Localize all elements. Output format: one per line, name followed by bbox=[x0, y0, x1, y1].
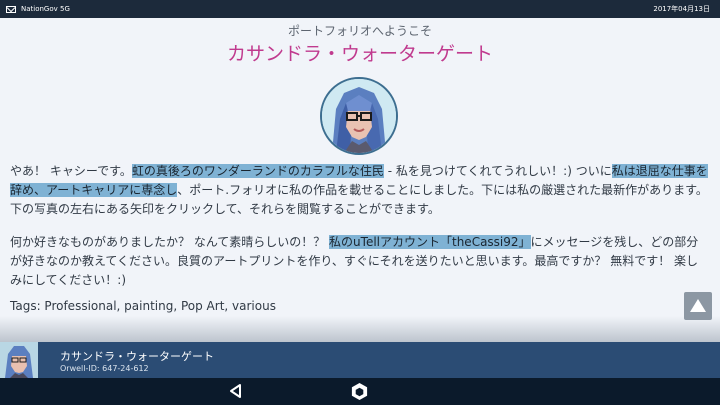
avatar-icon bbox=[0, 342, 38, 378]
profile-id: Orwell-ID: 647-24-612 bbox=[60, 364, 149, 373]
content-fade bbox=[0, 316, 720, 342]
contact-paragraph: 何か好きなものがありましたか？ なんて素晴らしいの！？ 私のuTellアカウント… bbox=[10, 233, 710, 290]
arrow-up-icon[interactable] bbox=[684, 292, 712, 320]
home-hexagon-icon[interactable] bbox=[350, 382, 369, 401]
welcome-heading: ポートフォリオへようこそ bbox=[287, 24, 432, 38]
page-title: カサンドラ・ウォーターゲート bbox=[226, 43, 493, 65]
back-icon[interactable] bbox=[228, 383, 244, 399]
navigation-bar bbox=[0, 378, 720, 405]
avatar-portrait bbox=[322, 79, 396, 153]
tags-line: Tags: Professional, painting, Pop Art, v… bbox=[10, 299, 276, 313]
contact-text-1: 何か好きなものがありましたか？ なんて素晴らしいの！？ bbox=[10, 235, 330, 249]
intro-highlight-1: 虹の真後ろのワンダーランドのカラフルな住民 bbox=[131, 164, 384, 178]
profile-name: カサンドラ・ウォーターゲート bbox=[60, 350, 214, 363]
intro-text-1: やあ！ キャシーです。 bbox=[10, 164, 132, 178]
status-left: NationGov 5G bbox=[6, 0, 70, 18]
profile-avatar bbox=[320, 77, 398, 155]
carrier-label: NationGov 5G bbox=[21, 5, 70, 13]
intro-paragraph: やあ！ キャシーです。虹の真後ろのワンダーランドのカラフルな住民 - 私を見つけ… bbox=[10, 162, 710, 219]
status-bar: NationGov 5G 2017年04月13日 bbox=[0, 0, 720, 18]
status-date: 2017年04月13日 bbox=[653, 5, 710, 13]
utell-account-link[interactable]: 私のuTellアカウント「theCassi92」 bbox=[329, 235, 531, 249]
intro-text-2: - 私を見つけてくれてうれしい！:) ついに bbox=[383, 164, 612, 178]
portfolio-content[interactable]: ポートフォリオへようこそ カサンドラ・ウォーターゲート やあ！ キャシーです。虹… bbox=[0, 18, 720, 342]
profile-thumbnail bbox=[0, 342, 38, 378]
profile-bar[interactable]: カサンドラ・ウォーターゲート Orwell-ID: 647-24-612 bbox=[0, 342, 720, 378]
mail-icon bbox=[6, 5, 16, 13]
